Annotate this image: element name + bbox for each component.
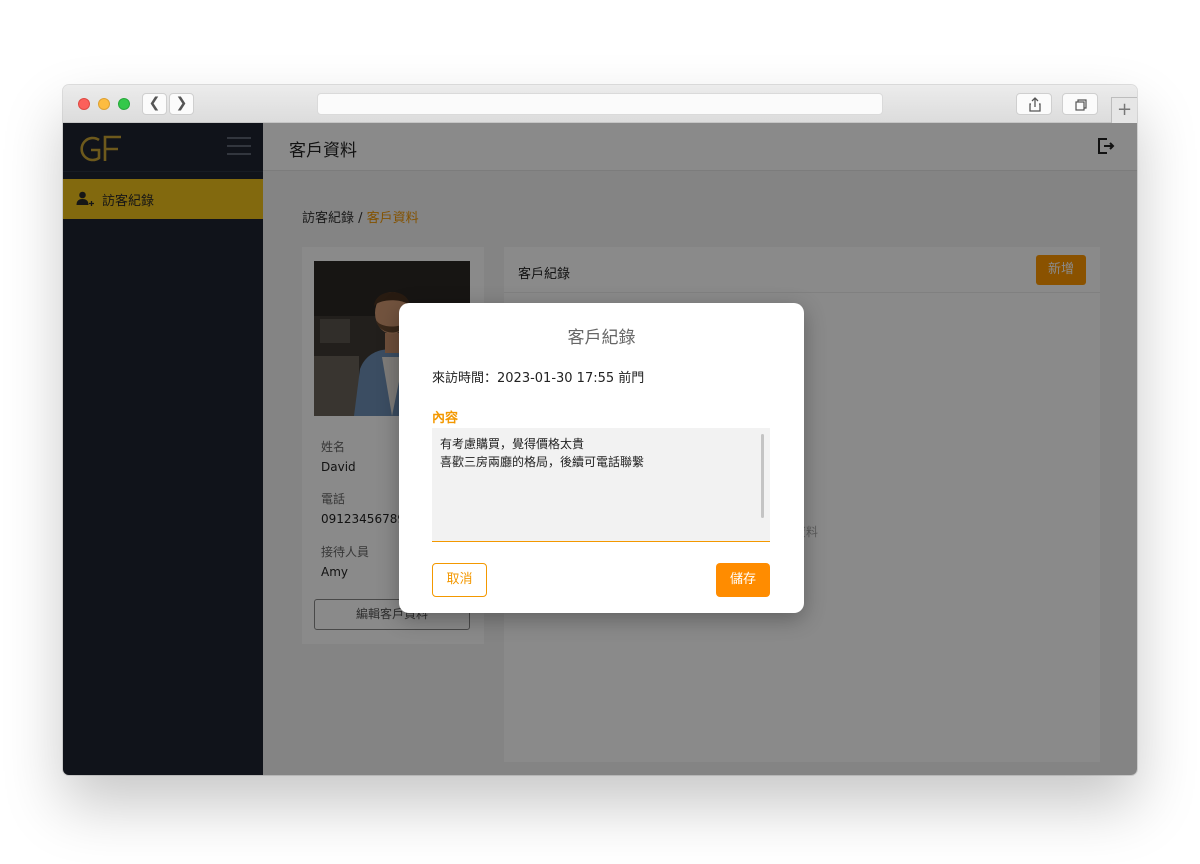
maximize-window-button[interactable] <box>118 98 130 110</box>
close-window-button[interactable] <box>78 98 90 110</box>
forward-button[interactable]: ❯ <box>169 93 194 115</box>
share-button[interactable] <box>1016 93 1052 115</box>
back-button[interactable]: ❮ <box>142 93 167 115</box>
save-button[interactable]: 儲存 <box>716 563 770 597</box>
tab-overview-button[interactable] <box>1062 93 1098 115</box>
content-textarea[interactable]: 有考慮購買，覺得價格太貴 喜歡三房兩廳的格局，後續可電話聯繫 <box>432 428 770 542</box>
chevron-right-icon: ❯ <box>175 95 188 111</box>
record-dialog: 客戶紀錄 來訪時間：2023-01-30 17:55 前門 內容 有考慮購買，覺… <box>399 303 804 613</box>
textarea-scrollbar[interactable] <box>761 434 764 518</box>
browser-toolbar: ❮ ❯ + <box>63 85 1137 123</box>
share-icon <box>1029 97 1041 112</box>
visit-info: 來訪時間：2023-01-30 17:55 前門 <box>432 371 645 386</box>
content-label: 內容 <box>432 411 459 426</box>
chevron-left-icon: ❮ <box>148 95 161 111</box>
plus-icon: + <box>1116 99 1133 120</box>
tabs-icon <box>1075 99 1087 111</box>
content-line: 有考慮購買，覺得價格太貴 <box>440 437 585 451</box>
cancel-button[interactable]: 取消 <box>432 563 487 597</box>
address-bar[interactable] <box>317 93 883 115</box>
new-tab-button[interactable]: + <box>1111 97 1137 123</box>
dialog-title: 客戶紀錄 <box>567 328 636 348</box>
content-line: 喜歡三房兩廳的格局，後續可電話聯繫 <box>440 455 645 469</box>
minimize-window-button[interactable] <box>98 98 110 110</box>
